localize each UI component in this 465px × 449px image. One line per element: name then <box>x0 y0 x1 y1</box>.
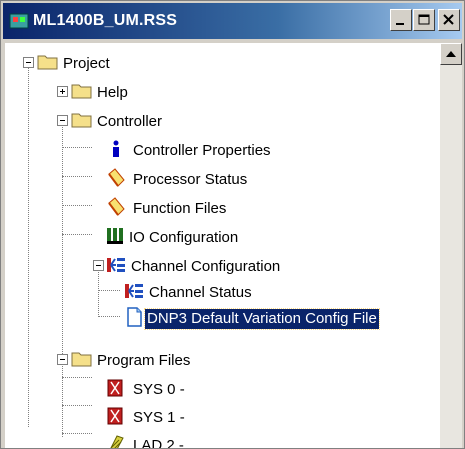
tree-node-label: LAD 2 - <box>133 437 184 448</box>
rslogix-project-window: ML1400B_UM.RSS Project Help Controller C… <box>0 0 465 449</box>
tree-node-sys1[interactable]: SYS 1 - <box>5 405 305 431</box>
tree-node-processor-status[interactable]: Processor Status <box>5 167 325 193</box>
close-icon <box>443 14 454 25</box>
folder-icon <box>71 84 92 99</box>
channel-config-icon <box>125 284 143 298</box>
tree-node-label: Function Files <box>133 200 227 217</box>
collapse-toggle[interactable] <box>93 260 104 271</box>
data-file-icon <box>108 197 125 216</box>
collapse-toggle[interactable] <box>57 115 68 126</box>
close-button[interactable] <box>438 9 460 31</box>
tree-node-label: Project <box>63 55 110 72</box>
minimize-button[interactable] <box>390 9 412 31</box>
tree-node-channel-status[interactable]: Channel Status <box>5 280 325 306</box>
scroll-up-button[interactable] <box>440 43 462 65</box>
tree-node-label: SYS 1 - <box>133 409 185 426</box>
channel-config-icon <box>107 258 125 272</box>
project-tree[interactable]: Project Help Controller Controller Prope… <box>5 43 440 448</box>
tree-node-help[interactable]: Help <box>5 80 305 106</box>
tree-node-controller-properties[interactable]: Controller Properties <box>5 138 325 164</box>
maximize-icon <box>418 14 430 25</box>
collapse-toggle[interactable] <box>23 57 34 68</box>
io-modules-icon <box>107 228 123 244</box>
title-bar[interactable]: ML1400B_UM.RSS <box>3 3 462 39</box>
tree-node-label: Program Files <box>97 352 191 369</box>
file-icon <box>127 307 142 327</box>
tree-node-lad2[interactable]: LAD 2 - <box>5 433 305 448</box>
tree-node-program-files[interactable]: Program Files <box>5 348 305 374</box>
system-file-icon <box>107 379 123 397</box>
folder-open-icon <box>71 113 92 128</box>
arrow-up-icon <box>446 51 456 57</box>
tree-node-io-configuration[interactable]: IO Configuration <box>5 225 325 251</box>
minimize-icon <box>396 23 404 25</box>
tree-node-label: Controller <box>97 113 163 130</box>
window-title: ML1400B_UM.RSS <box>33 12 178 29</box>
collapse-toggle[interactable] <box>57 354 68 365</box>
tree-node-label: SYS 0 - <box>133 381 185 398</box>
maximize-button[interactable] <box>413 9 435 31</box>
vertical-scrollbar[interactable] <box>440 43 462 448</box>
tree-node-project[interactable]: Project <box>5 51 305 77</box>
tree-node-label: Help <box>97 84 128 101</box>
tree-node-channel-configuration[interactable]: Channel Configuration <box>5 254 335 280</box>
tree-node-label: DNP3 Default Variation Config File <box>144 308 380 330</box>
tree-node-label: Channel Status <box>149 284 252 301</box>
tree-node-function-files[interactable]: Function Files <box>5 196 325 222</box>
tree-node-label: Controller Properties <box>133 142 271 159</box>
ladder-file-icon <box>110 435 124 448</box>
system-file-icon <box>107 407 123 425</box>
folder-open-icon <box>71 352 92 367</box>
tree-node-controller[interactable]: Controller <box>5 109 305 135</box>
data-file-icon <box>108 168 125 187</box>
expand-toggle[interactable] <box>57 86 68 97</box>
app-icon <box>9 13 29 29</box>
tree-node-dnp3-config[interactable]: DNP3 Default Variation Config File <box>5 306 440 332</box>
tree-node-sys0[interactable]: SYS 0 - <box>5 377 305 403</box>
tree-node-label: Processor Status <box>133 171 248 188</box>
info-icon <box>113 140 119 157</box>
folder-icon <box>37 55 58 70</box>
tree-node-label: IO Configuration <box>129 229 239 246</box>
tree-node-label: Channel Configuration <box>131 258 281 275</box>
